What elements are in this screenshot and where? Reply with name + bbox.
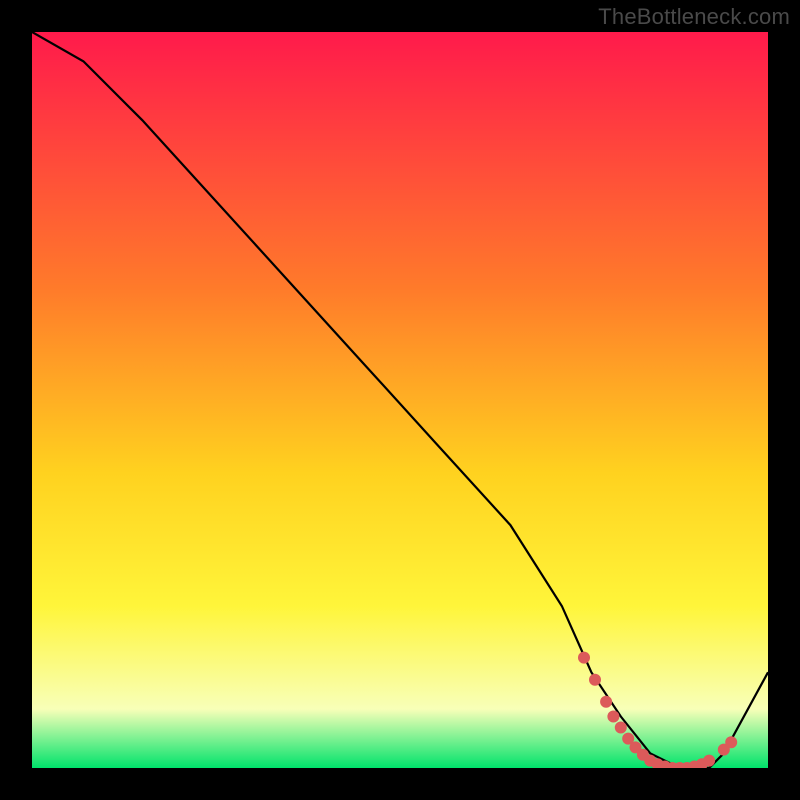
data-marker xyxy=(607,711,619,723)
gradient-background xyxy=(32,32,768,768)
data-marker xyxy=(600,696,612,708)
data-marker xyxy=(578,652,590,664)
chart-frame: TheBottleneck.com xyxy=(0,0,800,800)
watermark-text: TheBottleneck.com xyxy=(598,4,790,30)
chart-svg xyxy=(32,32,768,768)
data-marker xyxy=(589,674,601,686)
data-marker xyxy=(703,755,715,767)
plot-area xyxy=(32,32,768,768)
data-marker xyxy=(725,736,737,748)
data-marker xyxy=(615,722,627,734)
